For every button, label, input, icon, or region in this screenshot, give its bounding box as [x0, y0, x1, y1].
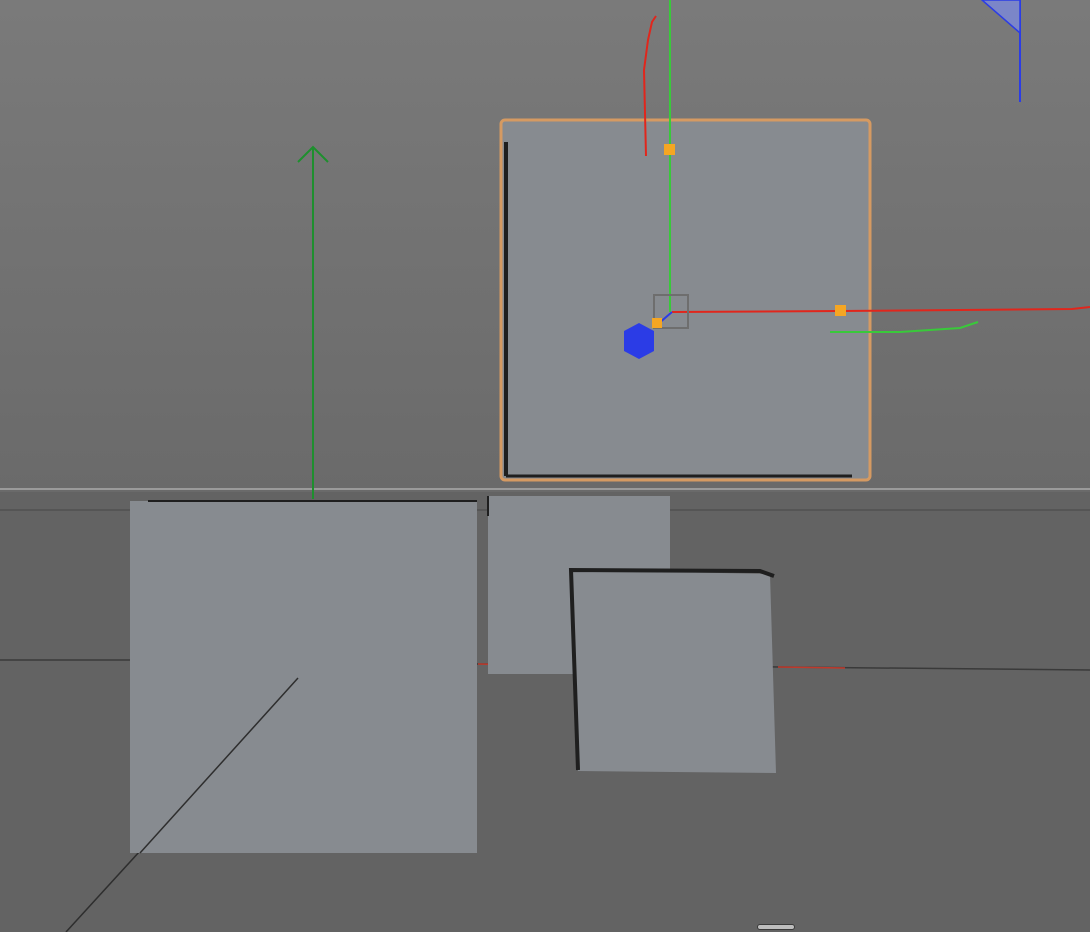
cube-large[interactable] [130, 501, 477, 853]
3d-viewport[interactable] [0, 0, 1090, 932]
viewport-canvas[interactable] [0, 0, 1090, 932]
gizmo-x-handle[interactable] [835, 305, 846, 316]
cube-front[interactable] [571, 570, 776, 773]
cube-selected[interactable] [499, 118, 872, 482]
gizmo-y-handle[interactable] [664, 144, 675, 155]
panel-resize-handle[interactable] [757, 924, 795, 930]
gizmo-z-handle[interactable] [652, 318, 662, 328]
world-x-axis-segment-right [777, 666, 846, 669]
